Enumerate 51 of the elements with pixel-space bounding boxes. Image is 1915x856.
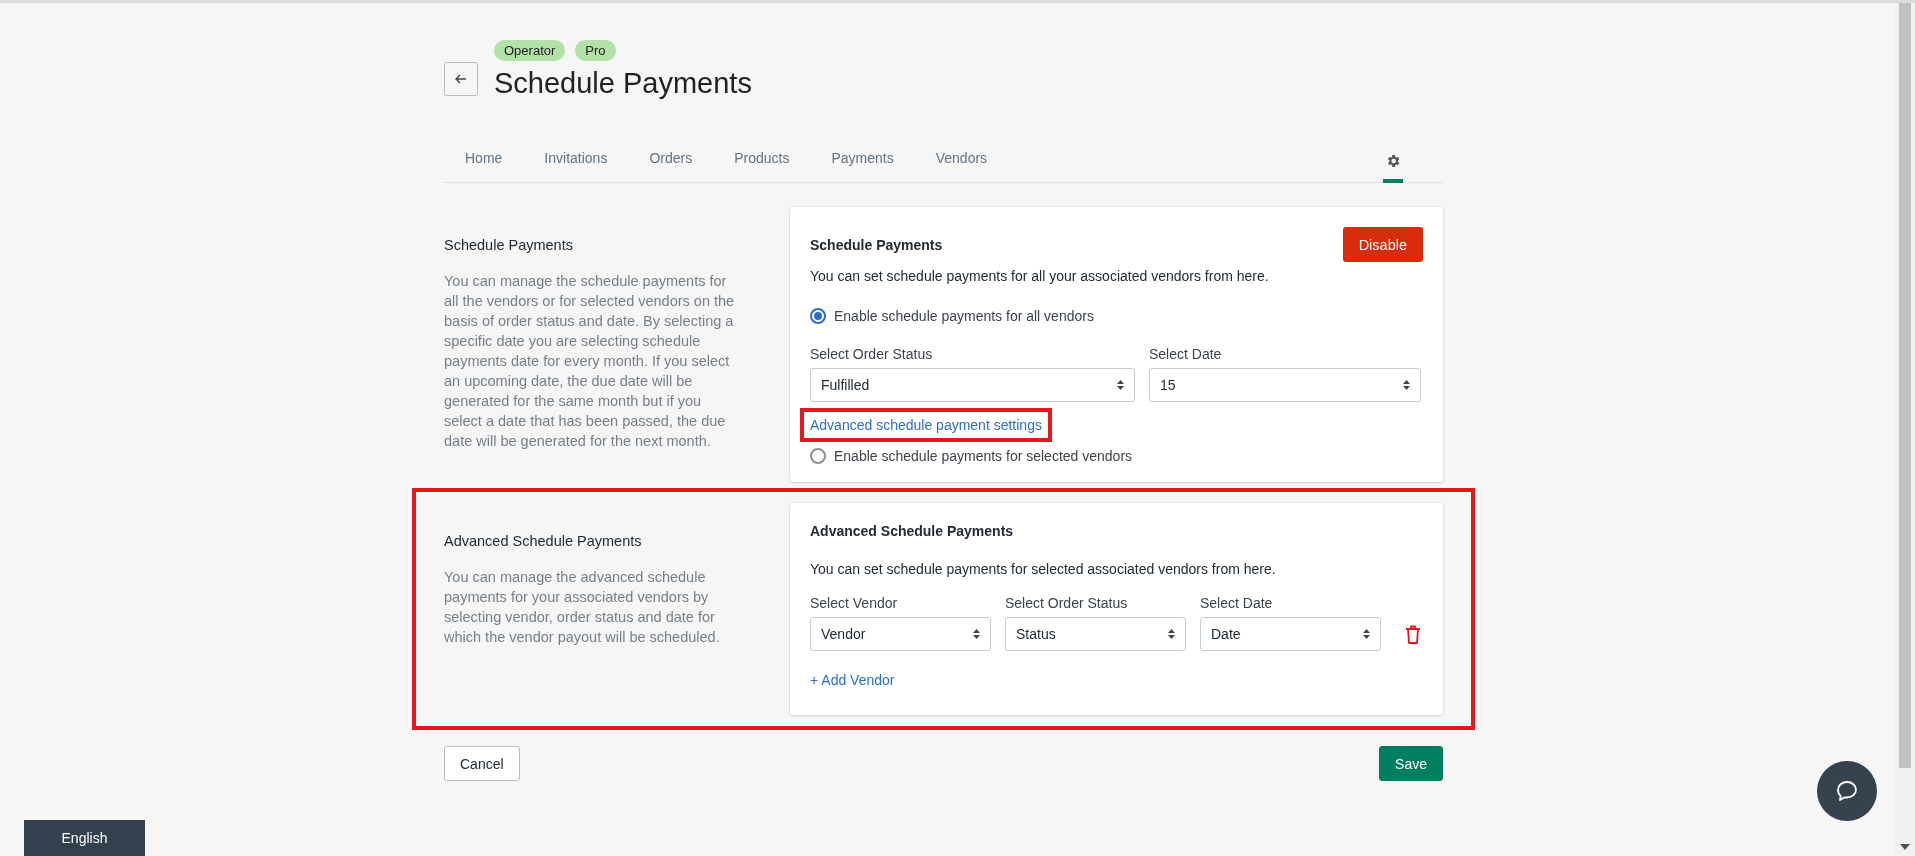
select-field[interactable]: Fulfilled bbox=[810, 368, 1135, 402]
select-label: Select Order Status bbox=[1005, 595, 1129, 611]
select-field[interactable]: Vendor bbox=[810, 617, 991, 651]
radio-button[interactable] bbox=[810, 308, 826, 324]
section-description: You can manage the advanced schedule payments for your associated vendors by selecting vendor, order status and date for which the vendor payout will be scheduled. bbox=[444, 568, 721, 647]
select-label: Select Date bbox=[1200, 595, 1274, 611]
language-button[interactable]: English bbox=[24, 820, 145, 856]
select-label: Select Order Status bbox=[810, 346, 934, 362]
radio-label: Enable schedule payments for all vendors bbox=[834, 308, 1094, 324]
section-title: Advanced Schedule Payments bbox=[444, 533, 643, 549]
scrollbar[interactable] bbox=[1895, 3, 1915, 856]
nav-tab[interactable]: Invitations bbox=[523, 150, 629, 183]
trash-icon[interactable] bbox=[1405, 625, 1421, 644]
save-button[interactable]: Save bbox=[1379, 746, 1443, 781]
sort-caret-icon bbox=[1363, 629, 1370, 639]
card-text: You can set schedule payments for all your associated vendors from here. bbox=[810, 268, 1270, 284]
nav-tab[interactable]: Home bbox=[444, 150, 524, 183]
sort-caret-icon bbox=[1403, 380, 1410, 390]
select-field[interactable]: Date bbox=[1200, 617, 1381, 651]
nav-tab[interactable]: Payments bbox=[810, 150, 915, 183]
select-label: Select Date bbox=[1149, 346, 1223, 362]
sort-caret-icon bbox=[1168, 629, 1175, 639]
settings-tab[interactable] bbox=[1383, 153, 1403, 183]
scroll-down-icon[interactable] bbox=[1900, 844, 1910, 850]
nav-tab[interactable]: Products bbox=[713, 150, 811, 183]
select-field[interactable]: 15 bbox=[1149, 368, 1421, 402]
nav-tab[interactable]: Orders bbox=[628, 150, 714, 183]
card-title: Schedule Payments bbox=[810, 237, 943, 253]
disable-button[interactable]: Disable bbox=[1342, 227, 1423, 262]
select-field[interactable]: Status bbox=[1005, 617, 1186, 651]
chat-bubble-icon bbox=[1836, 780, 1858, 802]
select-label: Select Vendor bbox=[810, 595, 899, 611]
section-title: Schedule Payments bbox=[444, 237, 574, 253]
sort-caret-icon bbox=[973, 629, 980, 639]
settings-icon bbox=[1385, 153, 1401, 169]
back-arrow-icon bbox=[455, 74, 467, 84]
card-text: You can set schedule payments for selected associated vendors from here. bbox=[810, 561, 1277, 577]
radio-button[interactable] bbox=[810, 448, 826, 464]
page-title: Schedule Payments bbox=[494, 67, 752, 100]
nav-tab[interactable]: Vendors bbox=[914, 150, 1009, 183]
sort-caret-icon bbox=[1117, 380, 1124, 390]
section-description: You can manage the schedule payments for all the vendors or for selected vendors on the basis of order status and date. By selecting a specific date you are selecting schedule payments date for every month. If you select an upcoming date, the due date will be generated for the same month but if you select a date that has been passed, the due date will be generated for the next month. bbox=[444, 272, 736, 451]
add-vendor-link[interactable]: + Add Vendor bbox=[810, 672, 895, 688]
back-button[interactable] bbox=[444, 62, 478, 96]
cancel-button[interactable]: Cancel bbox=[444, 746, 520, 781]
settings-link[interactable]: Advanced schedule payment settings bbox=[810, 417, 1042, 433]
card-title: Advanced Schedule Payments bbox=[810, 523, 1015, 539]
role-badge: Operator bbox=[494, 40, 566, 61]
radio-label: Enable schedule payments for selected vendors bbox=[834, 448, 1133, 464]
chat-button[interactable] bbox=[1817, 761, 1877, 821]
role-badge: Pro bbox=[575, 40, 616, 61]
